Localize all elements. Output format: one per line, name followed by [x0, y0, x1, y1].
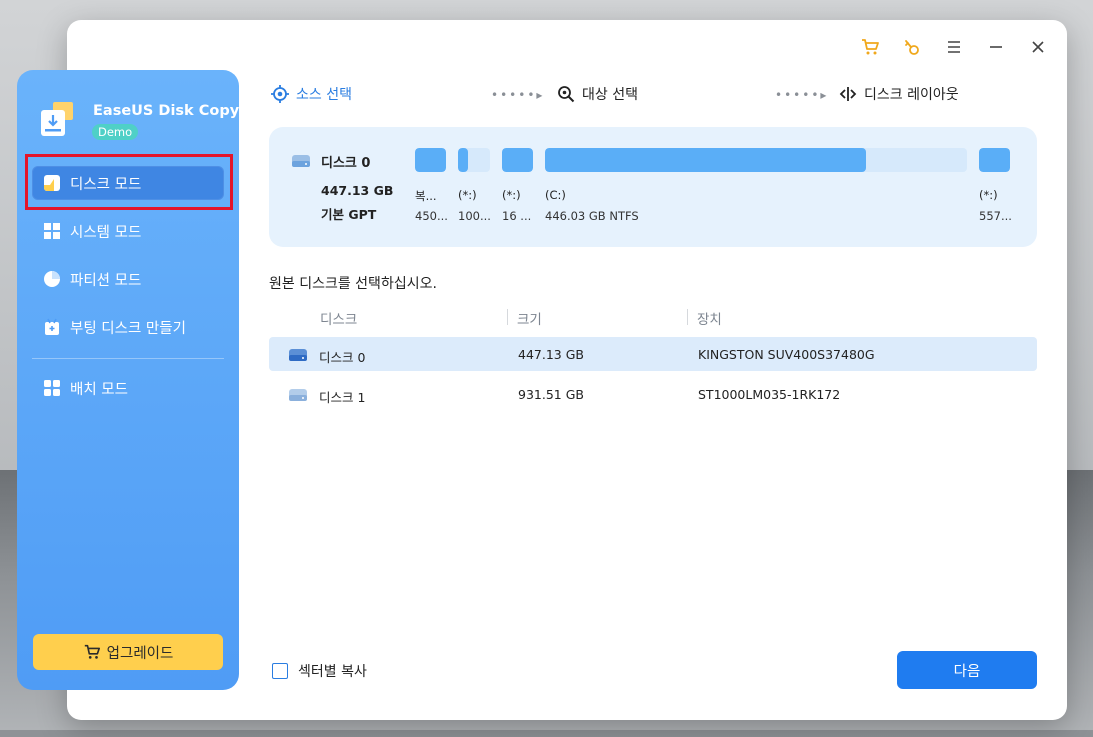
partition-info: 557...: [979, 209, 1012, 223]
partition-usage-bar: [979, 148, 1010, 172]
partition-info: 450...: [415, 209, 448, 223]
sidebar-divider: [32, 358, 224, 359]
partition-label: (*:): [979, 188, 998, 202]
app-logo-icon: [39, 100, 77, 140]
step-connector: •••••▸: [491, 88, 545, 102]
title-bar-controls: [859, 36, 1049, 58]
partition-usage-bar: [415, 148, 446, 172]
next-button[interactable]: 다음: [897, 651, 1037, 689]
demo-badge: Demo: [92, 124, 139, 140]
sidebar-item-label: 배치 모드: [70, 381, 128, 398]
brand: EaseUS Disk Copy Demo: [39, 100, 239, 144]
partition-label: 복...: [415, 189, 437, 203]
upgrade-label: 업그레이드: [106, 645, 174, 662]
table-row[interactable]: 디스크 1 931.51 GB ST1000LM035-1RK172: [269, 377, 1037, 411]
partition-3[interactable]: (C:) 446.03 GB NTFS: [545, 148, 967, 223]
step-connector: •••••▸: [775, 88, 829, 102]
layout-icon: [838, 84, 858, 104]
step-wizard: 소스 선택 •••••▸ 대상 선택 •••••▸ 디스크 레이아웃: [270, 84, 970, 108]
menu-icon[interactable]: [943, 36, 965, 58]
step-source[interactable]: 소스 선택: [270, 84, 352, 104]
sidebar-item-batch-mode[interactable]: 배치 모드: [32, 371, 224, 405]
column-header-device[interactable]: 장치: [697, 308, 722, 328]
sidebar-item-disk-mode[interactable]: 디스크 모드: [32, 166, 224, 200]
pie-icon: [42, 269, 62, 289]
disk-map-name: 디스크 0: [321, 156, 371, 171]
partition-label: (*:): [458, 188, 477, 202]
partition-4[interactable]: (*:) 557...: [979, 148, 1012, 223]
table-row[interactable]: 디스크 0 447.13 GB KINGSTON SUV400S37480G: [269, 337, 1037, 371]
sidebar: EaseUS Disk Copy Demo 디스크 모드 시스템 모드 파티션 …: [17, 70, 239, 690]
column-header-size[interactable]: 크기: [517, 308, 542, 328]
partition-info: 446.03 GB NTFS: [545, 209, 639, 223]
key-icon[interactable]: [901, 36, 923, 58]
minimize-icon[interactable]: [985, 36, 1007, 58]
column-divider: [687, 309, 688, 325]
partition-info: 16 ...: [502, 209, 532, 223]
step-target[interactable]: 대상 선택: [556, 84, 638, 104]
sidebar-item-label: 파티션 모드: [70, 272, 142, 289]
step-layout[interactable]: 디스크 레이아웃: [838, 84, 959, 104]
disk-mode-icon: [42, 173, 62, 193]
disk-icon: [291, 153, 311, 167]
disk-device: KINGSTON SUV400S37480G: [698, 347, 875, 362]
partition-usage-bar: [545, 148, 866, 172]
disk-name: 디스크 1: [319, 390, 366, 405]
disk-map-size: 447.13 GB: [321, 183, 394, 198]
cart-icon[interactable]: [859, 36, 881, 58]
disk-size: 447.13 GB: [518, 347, 584, 362]
sector-copy-checkbox[interactable]: [272, 663, 288, 679]
table-header: 디스크 크기 장치: [269, 305, 1037, 331]
sidebar-item-label: 시스템 모드: [70, 224, 142, 241]
disk-icon: [288, 388, 308, 402]
upgrade-button[interactable]: 업그레이드: [33, 634, 223, 670]
partition-0[interactable]: 복... 450...: [415, 148, 448, 223]
partition-2[interactable]: (*:) 16 ...: [502, 148, 533, 223]
sector-copy-label: 섹터별 복사: [298, 664, 367, 680]
disk-map-type: 기본 GPT: [321, 207, 377, 222]
step-layout-label: 디스크 레이아웃: [864, 87, 959, 103]
sidebar-item-system-mode[interactable]: 시스템 모드: [32, 214, 224, 248]
disk-table: 디스크 크기 장치 디스크 0 447.13 GB KINGSTON SUV40…: [269, 305, 1037, 411]
partition-usage-bar: [502, 148, 533, 172]
disk-map-panel: 디스크 0 447.13 GB 기본 GPT 복... 450... (*:) …: [269, 127, 1037, 247]
step-target-label: 대상 선택: [582, 87, 638, 103]
select-source-prompt: 원본 디스크를 선택하십시오.: [269, 276, 437, 292]
sidebar-item-bootable-disk[interactable]: 부팅 디스크 만들기: [32, 310, 224, 344]
step-source-label: 소스 선택: [296, 87, 352, 103]
disk-icon: [288, 348, 308, 362]
close-icon[interactable]: [1027, 36, 1049, 58]
sidebar-item-label: 디스크 모드: [70, 176, 142, 193]
disk-name: 디스크 0: [319, 350, 366, 365]
disk-size: 931.51 GB: [518, 387, 584, 402]
sidebar-item-partition-mode[interactable]: 파티션 모드: [32, 262, 224, 296]
sidebar-item-label: 부팅 디스크 만들기: [70, 320, 186, 337]
partition-label: (*:): [502, 188, 521, 202]
cart-icon: [83, 643, 101, 661]
partition-info: 100...: [458, 209, 491, 223]
target-icon: [270, 84, 290, 104]
bootable-disk-icon: [42, 317, 62, 337]
disk-device: ST1000LM035-1RK172: [698, 387, 841, 402]
column-divider: [507, 309, 508, 325]
partition-1[interactable]: (*:) 100...: [458, 148, 491, 223]
column-header-disk[interactable]: 디스크: [320, 308, 357, 328]
sector-copy-option[interactable]: 섹터별 복사: [272, 661, 367, 681]
grid-icon: [42, 378, 62, 398]
partition-usage-bar: [458, 148, 468, 172]
search-target-icon: [556, 84, 576, 104]
windows-icon: [42, 221, 62, 241]
partition-label: (C:): [545, 188, 566, 202]
app-name: EaseUS Disk Copy: [93, 103, 240, 119]
